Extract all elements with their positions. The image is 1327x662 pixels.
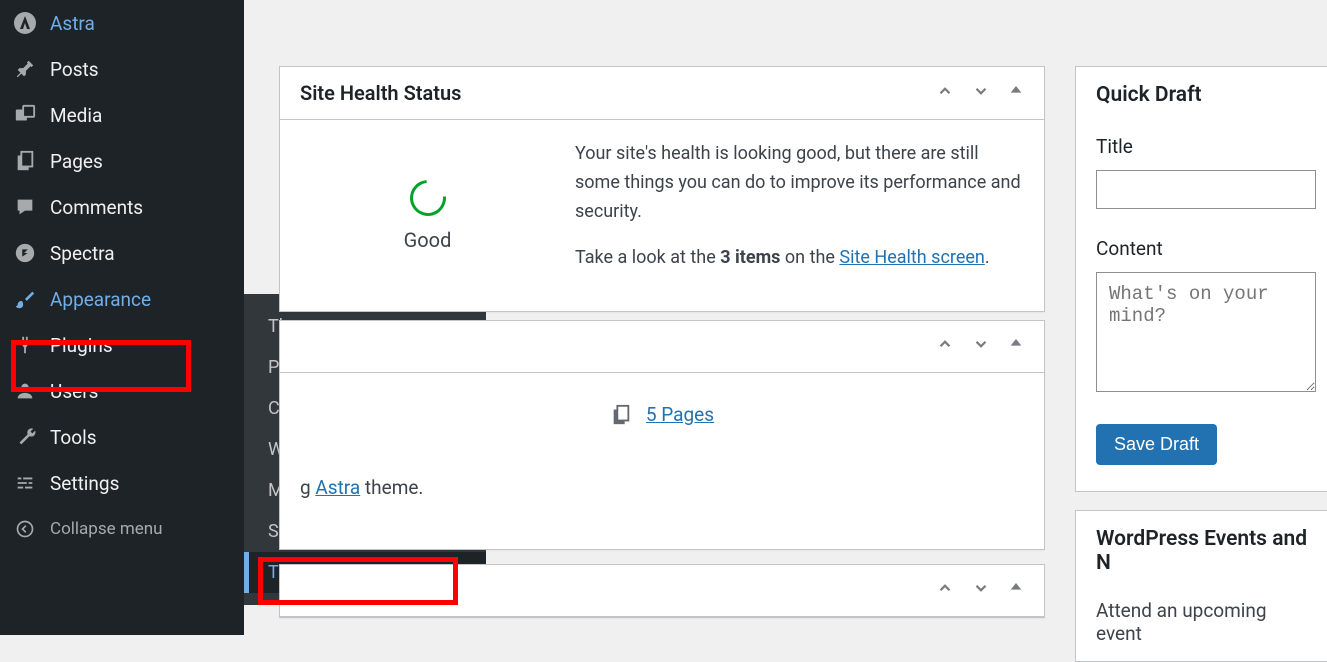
quick-draft-panel: Quick Draft Title Content Save Draft: [1075, 66, 1327, 492]
sidebar-label: Tools: [50, 426, 97, 449]
plug-icon: [12, 332, 38, 358]
events-title: WordPress Events and N: [1096, 527, 1316, 575]
pages-icon: [12, 148, 38, 174]
panel-controls: [936, 335, 1024, 358]
sidebar-item-tools[interactable]: Tools: [0, 414, 244, 460]
quick-draft-title: Quick Draft: [1096, 83, 1316, 107]
title-label: Title: [1096, 135, 1316, 158]
at-a-glance-panel: 5 Pages g Astra theme.: [279, 320, 1045, 550]
user-icon: [12, 378, 38, 404]
sidebar-label: Appearance: [50, 288, 151, 311]
health-status-label: Good: [404, 228, 452, 252]
move-down-icon[interactable]: [972, 335, 990, 358]
panel-title: Site Health Status: [300, 81, 461, 105]
sidebar-label: Plugins: [50, 334, 113, 357]
sliders-icon: [12, 470, 38, 496]
sidebar-label: Posts: [50, 58, 99, 81]
comment-icon: [12, 194, 38, 220]
health-ring-icon: [402, 172, 453, 223]
health-body: Good Your site's health is looking good,…: [280, 120, 1044, 311]
sidebar-item-comments[interactable]: Comments: [0, 184, 244, 230]
content-area: Site Health Status Good Your site's heal…: [244, 0, 1327, 635]
sidebar-label: Users: [50, 380, 98, 403]
astra-icon: [12, 10, 38, 36]
site-health-link[interactable]: Site Health screen: [839, 247, 984, 268]
move-up-icon[interactable]: [936, 335, 954, 358]
sidebar-item-spectra[interactable]: Spectra: [0, 230, 244, 276]
sidebar-item-astra[interactable]: Astra: [0, 0, 244, 46]
sidebar-item-media[interactable]: Media: [0, 92, 244, 138]
health-p1: Your site's health is looking good, but …: [575, 140, 1024, 226]
pin-icon: [12, 56, 38, 82]
sidebar-label: Astra: [50, 12, 95, 35]
wrench-icon: [12, 424, 38, 450]
glance-body: 5 Pages: [280, 373, 1044, 456]
sidebar-label: Spectra: [50, 242, 115, 265]
astra-theme-link[interactable]: Astra: [315, 476, 360, 499]
toggle-panel-icon[interactable]: [1008, 579, 1024, 602]
panel-controls: [936, 579, 1024, 602]
sidebar-label: Pages: [50, 150, 103, 173]
collapse-icon: [12, 516, 38, 542]
sidebar-label: Media: [50, 104, 102, 127]
content-label: Content: [1096, 237, 1316, 260]
media-icon: [12, 102, 38, 128]
sidebar-item-pages[interactable]: Pages: [0, 138, 244, 184]
save-draft-button[interactable]: Save Draft: [1096, 424, 1217, 465]
health-p2: Take a look at the 3 items on the Site H…: [575, 244, 1024, 273]
collapse-menu[interactable]: Collapse menu: [0, 506, 244, 552]
panel-header: [280, 321, 1044, 373]
events-text: Attend an upcoming event: [1096, 599, 1316, 645]
spectra-icon: [12, 240, 38, 266]
panel-header: [280, 565, 1044, 617]
move-up-icon[interactable]: [936, 82, 954, 105]
sidebar-item-settings[interactable]: Settings: [0, 460, 244, 506]
health-text: Your site's health is looking good, but …: [575, 140, 1024, 291]
sidebar-item-plugins[interactable]: Plugins: [0, 322, 244, 368]
toggle-panel-icon[interactable]: [1008, 335, 1024, 358]
admin-sidebar: Astra Posts Media Pages Comments Spectra…: [0, 0, 244, 635]
brush-icon: [12, 286, 38, 312]
toggle-panel-icon[interactable]: [1008, 82, 1024, 105]
pages-icon: [610, 404, 632, 426]
sidebar-item-posts[interactable]: Posts: [0, 46, 244, 92]
events-panel: WordPress Events and N Attend an upcomin…: [1075, 510, 1327, 662]
move-down-icon[interactable]: [972, 82, 990, 105]
draft-title-input[interactable]: [1096, 170, 1316, 209]
sidebar-item-users[interactable]: Users: [0, 368, 244, 414]
collapsed-panel: [279, 564, 1045, 618]
sidebar-label: Comments: [50, 196, 143, 219]
glance-theme-text: g Astra theme.: [280, 456, 1044, 519]
sidebar-item-appearance[interactable]: Appearance: [0, 276, 244, 322]
collapse-label: Collapse menu: [50, 519, 163, 539]
move-up-icon[interactable]: [936, 579, 954, 602]
panel-controls: [936, 82, 1024, 105]
health-indicator: Good: [300, 140, 555, 291]
panel-header: Site Health Status: [280, 67, 1044, 120]
pages-count-link[interactable]: 5 Pages: [300, 403, 1024, 426]
move-down-icon[interactable]: [972, 579, 990, 602]
sidebar-label: Settings: [50, 472, 119, 495]
site-health-panel: Site Health Status Good Your site's heal…: [279, 66, 1045, 312]
draft-content-textarea[interactable]: [1096, 272, 1316, 392]
